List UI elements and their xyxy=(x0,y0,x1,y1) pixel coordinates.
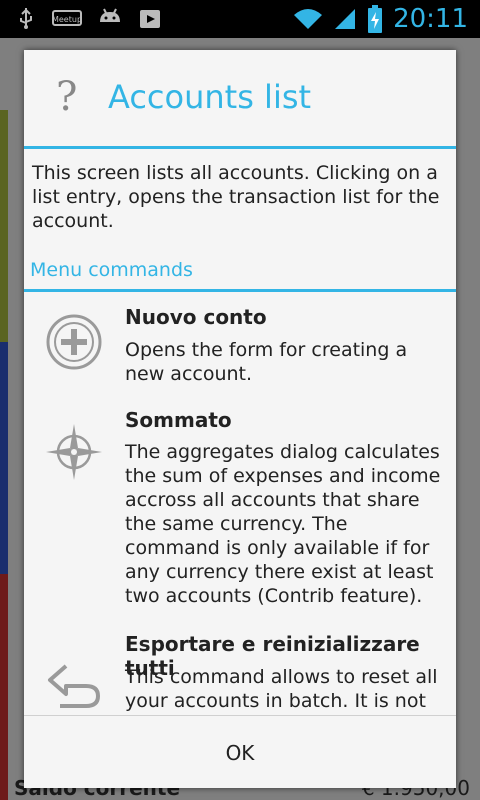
play-store-icon xyxy=(140,10,160,28)
add-circle-icon xyxy=(46,314,102,370)
wifi-icon xyxy=(294,9,323,29)
signal-icon xyxy=(335,9,356,29)
command-description: This command allows to reset all your ac… xyxy=(125,666,438,712)
help-dialog: ? Accounts list This screen lists all ac… xyxy=(24,50,456,788)
command-title: Nuovo conto xyxy=(125,305,267,329)
command-description: The aggregates dialog calculates the sum… xyxy=(125,441,441,607)
status-bar: Meetup 20:11 xyxy=(0,0,480,38)
menu-commands-heading: Menu commands xyxy=(30,259,193,281)
dialog-header: ? Accounts list xyxy=(24,50,456,146)
account-color-stripe xyxy=(0,574,8,800)
meetup-icon: Meetup xyxy=(52,10,82,26)
svg-text:Meetup: Meetup xyxy=(52,15,82,24)
clock: 20:11 xyxy=(393,4,468,34)
android-icon xyxy=(100,8,120,22)
intro-text: This screen lists all accounts. Clicking… xyxy=(32,162,440,232)
ok-button[interactable]: OK xyxy=(24,716,456,789)
reset-arrow-icon xyxy=(48,664,100,708)
usb-icon xyxy=(20,8,32,29)
dialog-button-bar: OK xyxy=(24,715,456,789)
dialog-scroll-area[interactable]: This screen lists all accounts. Clicking… xyxy=(24,149,456,715)
dialog-title: Accounts list xyxy=(108,78,312,116)
section-divider xyxy=(24,289,456,292)
help-icon: ? xyxy=(56,74,78,120)
account-color-stripe xyxy=(0,342,8,574)
account-color-stripe xyxy=(0,110,8,342)
aggregate-compass-icon xyxy=(46,424,102,480)
command-description: Opens the form for creating a new accoun… xyxy=(125,339,408,385)
battery-charging-icon xyxy=(368,5,383,33)
command-title: Sommato xyxy=(125,408,232,432)
